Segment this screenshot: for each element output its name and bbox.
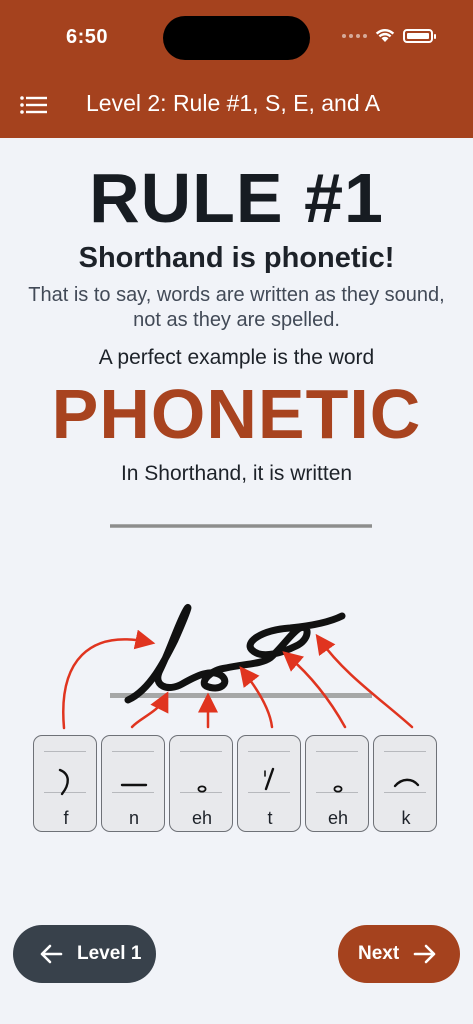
key-label: f: [63, 808, 69, 828]
wifi-icon: [375, 28, 395, 42]
key-t[interactable]: t: [237, 735, 301, 832]
key-label: t: [267, 808, 273, 828]
key-label: eh: [191, 808, 213, 828]
next-button[interactable]: Next: [338, 925, 460, 983]
e-circle-icon: [197, 785, 207, 793]
key-eh[interactable]: eh: [169, 735, 233, 832]
k-stroke-icon: [393, 778, 420, 788]
status-icons: [342, 28, 436, 43]
rule-subtitle: Shorthand is phonetic!: [78, 242, 395, 274]
shorthand-diagram: [62, 604, 414, 730]
list-menu-icon[interactable]: [20, 96, 48, 114]
written-intro: In Shorthand, it is written: [120, 462, 353, 485]
arrow-left-icon: [40, 944, 63, 964]
dynamic-island: [163, 16, 310, 60]
rule-explanation: That is to say, words are written as the…: [28, 284, 445, 331]
arrows: [62, 629, 414, 730]
cellular-signal-icon: [342, 33, 367, 38]
next-label: Next: [358, 943, 400, 964]
t-stroke-icon: [264, 767, 275, 791]
key-label: n: [128, 808, 139, 828]
app-header: 6:50 Level 2: Rule #1, S, E, and A: [0, 0, 473, 138]
e-circle-icon: [333, 785, 343, 793]
arrow-right-icon: [413, 944, 436, 964]
key-f[interactable]: f: [33, 735, 97, 832]
phoneme-keys: f n eh t eh k: [33, 735, 437, 832]
key-n[interactable]: n: [101, 735, 165, 832]
key-k[interactable]: k: [373, 735, 437, 832]
rule-heading: RULE #1: [89, 159, 384, 237]
key-label: eh: [327, 808, 349, 828]
status-time: 6:50: [66, 26, 109, 48]
key-label: k: [401, 808, 411, 828]
key-eh[interactable]: eh: [305, 735, 369, 832]
writing-guide-line-baseline: [110, 693, 372, 698]
prev-level-label: Level 1: [77, 943, 142, 964]
battery-icon: [403, 28, 436, 43]
shorthand-phonetic-outline: [124, 604, 346, 704]
example-word: PHONETIC: [51, 375, 422, 453]
example-intro: A perfect example is the word: [98, 346, 375, 369]
prev-level-button[interactable]: Level 1: [13, 925, 156, 983]
page-title: Level 2: Rule #1, S, E, and A: [86, 90, 381, 116]
n-stroke-icon: [120, 783, 148, 787]
f-stroke-icon: [58, 768, 69, 796]
